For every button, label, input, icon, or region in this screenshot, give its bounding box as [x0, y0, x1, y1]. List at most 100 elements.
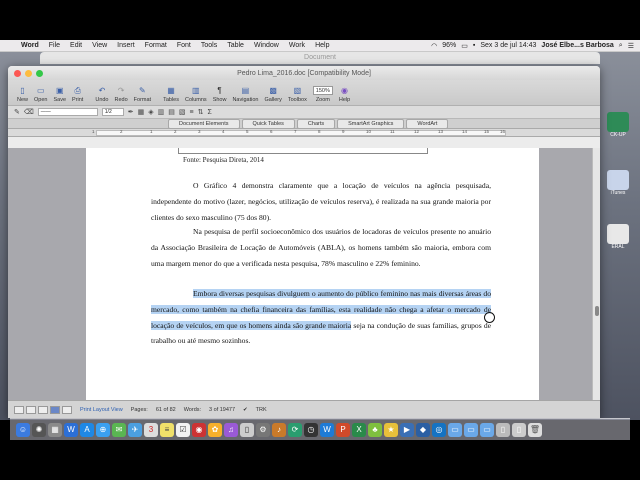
downloads-folder-icon[interactable]: ▭	[464, 422, 478, 437]
horizontal-ruler[interactable]: 1 2 1 2 3 4 5 6 7 8 9 10 11 12 13 14 15 …	[8, 129, 600, 137]
system-preferences-icon[interactable]: ⚙	[256, 422, 270, 437]
publishing-view-button[interactable]	[38, 405, 48, 414]
sum-icon[interactable]: Σ	[208, 109, 212, 116]
desktop-icon-geral[interactable]: ERAL	[603, 224, 633, 250]
draft-view-button[interactable]	[14, 405, 24, 414]
sync-icon[interactable]: ⟳	[288, 422, 302, 437]
itunes-icon[interactable]: ♫	[224, 422, 238, 437]
reminders-icon[interactable]: ☑	[176, 422, 190, 437]
battery-value[interactable]: 96%	[442, 42, 456, 49]
menu-help[interactable]: Help	[310, 42, 334, 49]
new-button[interactable]: ▯ New	[14, 85, 31, 105]
app-store-icon[interactable]: A	[80, 422, 94, 437]
menu-edit[interactable]: Edit	[65, 42, 87, 49]
insert-table-icon[interactable]: ▥	[158, 108, 165, 116]
menu-format[interactable]: Format	[140, 42, 172, 49]
quicktime-icon[interactable]: ▶	[400, 422, 414, 437]
format-button[interactable]: ✎ Format	[131, 85, 154, 105]
powerpoint-icon[interactable]: P	[336, 422, 350, 437]
list-icon[interactable]: ☰	[628, 42, 634, 50]
borders-icon[interactable]: ▦	[138, 108, 145, 116]
menu-tools[interactable]: Tools	[196, 42, 222, 49]
zoom-value[interactable]: 150%	[312, 86, 333, 95]
toolbox-button[interactable]: ▧ Toolbox	[285, 85, 310, 105]
trash-icon[interactable]: 🗑	[528, 422, 542, 437]
desktop-icon-backup[interactable]: CK-UP	[603, 112, 633, 138]
align-icon[interactable]: ≡	[190, 109, 194, 116]
menu-font[interactable]: Font	[172, 42, 196, 49]
menu-table[interactable]: Table	[222, 42, 249, 49]
help-button[interactable]: ◉ Help	[336, 85, 353, 105]
photos-icon[interactable]: ✿	[208, 422, 222, 437]
tab-charts[interactable]: Charts	[296, 118, 336, 129]
finder-icon[interactable]: ☺	[16, 422, 30, 437]
background-window-title[interactable]: Document	[40, 52, 600, 64]
file-icon[interactable]: ▯	[512, 422, 526, 437]
calendar-icon[interactable]: 3	[144, 422, 158, 437]
desktop-icon-itunes[interactable]: iTunes	[603, 170, 633, 196]
sort-icon[interactable]: ⇅	[198, 108, 204, 116]
notebook-view-button[interactable]	[62, 405, 72, 414]
ibooks-icon[interactable]: ▯	[240, 422, 254, 437]
gallery-button[interactable]: ▩ Gallery	[261, 85, 284, 105]
scrollbar-thumb[interactable]	[595, 306, 599, 316]
vertical-scrollbar[interactable]	[592, 148, 600, 400]
print-button[interactable]: ⎙ Print	[69, 85, 86, 105]
wifi-icon[interactable]: ◠	[431, 42, 437, 50]
titlebar[interactable]: Pedro Lima_2016.doc [Compatibility Mode]	[8, 66, 600, 80]
track-changes-label[interactable]: TRK	[256, 407, 267, 413]
word-doc-icon[interactable]: W	[320, 422, 334, 437]
clock[interactable]: Sex 3 de jul 14:43	[480, 42, 536, 49]
tab-quick-tables[interactable]: Quick Tables	[241, 118, 295, 129]
safari-icon[interactable]: ⊕	[96, 422, 110, 437]
outline-view-button[interactable]	[26, 405, 36, 414]
guitar-icon[interactable]: ♪	[272, 422, 286, 437]
app-blue-icon[interactable]: ◆	[416, 422, 430, 437]
paragraph-3[interactable]: Embora diversas pesquisas divulguem o au…	[151, 286, 491, 349]
folder-icon[interactable]: ▭	[448, 422, 462, 437]
menu-insert[interactable]: Insert	[112, 42, 140, 49]
tab-smartart[interactable]: SmartArt Graphics	[337, 118, 405, 129]
mission-control-icon[interactable]: ▦	[48, 422, 62, 437]
file-icon[interactable]: ▯	[496, 422, 510, 437]
eraser-icon[interactable]: ⌫	[24, 108, 34, 116]
words-value[interactable]: 3 of 19477	[209, 407, 235, 413]
word-icon[interactable]: W	[64, 422, 78, 437]
excel-icon[interactable]: X	[352, 422, 366, 437]
flag-icon[interactable]: ▪	[473, 42, 475, 49]
browser-icon[interactable]: ◎	[432, 422, 446, 437]
tab-document-elements[interactable]: Document Elements	[168, 118, 240, 129]
styles-icon[interactable]: ✎	[14, 108, 20, 116]
menu-view[interactable]: View	[87, 42, 112, 49]
pages-value[interactable]: 61 of 82	[156, 407, 176, 413]
menu-window[interactable]: Window	[249, 42, 284, 49]
app-yellow-icon[interactable]: ★	[384, 422, 398, 437]
open-button[interactable]: ▭ Open	[31, 85, 50, 105]
menu-work[interactable]: Work	[284, 42, 310, 49]
line-weight-select[interactable]: 1/2	[101, 108, 124, 116]
photo-booth-icon[interactable]: ◉	[192, 422, 206, 437]
pen-color-icon[interactable]: ✒	[128, 108, 134, 116]
spelling-icon[interactable]: ✔	[243, 407, 248, 413]
split-cells-icon[interactable]: ▧	[179, 108, 186, 116]
paragraph-2[interactable]: Na pesquisa de perfil socioeconômico dos…	[151, 224, 491, 271]
battery-icon[interactable]: ▭	[461, 42, 468, 50]
mail-icon[interactable]: ✈	[128, 422, 142, 437]
shading-icon[interactable]: ◈	[148, 108, 153, 116]
columns-button[interactable]: ▥ Columns	[182, 85, 210, 105]
document-page[interactable]: Fonte: Pesquisa Direta, 2014 O Gráfico 4…	[86, 148, 539, 400]
app-green-icon[interactable]: ♣	[368, 422, 382, 437]
redo-button[interactable]: ↷ Redo	[112, 85, 131, 105]
menu-file[interactable]: File	[44, 42, 65, 49]
navigation-button[interactable]: ▤ Navigation	[229, 85, 261, 105]
undo-button[interactable]: ↶ Undo	[92, 85, 111, 105]
print-layout-view-button[interactable]	[50, 405, 60, 414]
line-style-select[interactable]: ——	[37, 108, 98, 116]
notes-icon[interactable]: ≡	[160, 422, 174, 437]
documents-folder-icon[interactable]: ▭	[480, 422, 494, 437]
zoom-control[interactable]: 150% Zoom	[310, 86, 336, 105]
show-button[interactable]: ¶ Show	[210, 85, 230, 105]
tab-wordart[interactable]: WordArt	[406, 118, 449, 129]
save-button[interactable]: ▣ Save	[50, 85, 69, 105]
paragraph-1[interactable]: O Gráfico 4 demonstra claramente que a l…	[151, 178, 491, 225]
